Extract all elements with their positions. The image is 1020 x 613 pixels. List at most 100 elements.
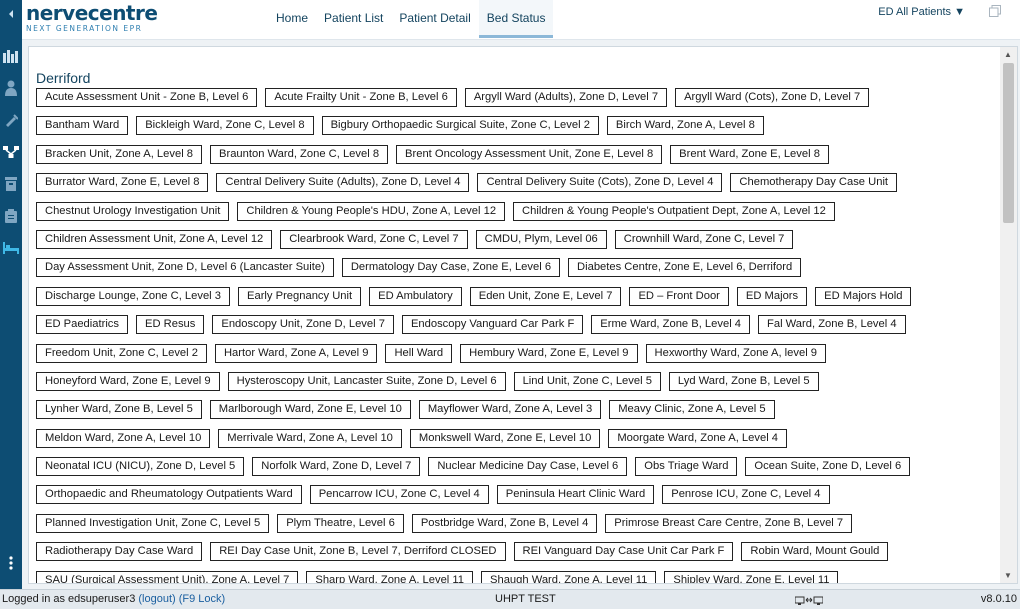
ward-button[interactable]: Bracken Unit, Zone A, Level 8 [36, 144, 203, 164]
ward-button[interactable]: Children Assessment Unit, Zone A, Level … [36, 229, 273, 249]
ward-button[interactable]: Eden Unit, Zone E, Level 7 [469, 286, 622, 306]
ward-button[interactable]: Sharp Ward, Zone A, Level 11 [306, 570, 474, 583]
ward-button[interactable]: Norfolk Ward, Zone D, Level 7 [252, 457, 421, 477]
nav-patient-detail[interactable]: Patient Detail [391, 0, 478, 38]
ward-button[interactable]: Hell Ward [385, 343, 453, 363]
ward-button[interactable]: Shaugh Ward, Zone A, Level 11 [481, 570, 657, 583]
ward-button[interactable]: Bigbury Orthopaedic Surgical Suite, Zone… [321, 116, 599, 136]
ward-button[interactable]: ED Majors [736, 286, 808, 306]
ward-button[interactable]: Endoscopy Vanguard Car Park F [401, 315, 584, 335]
ward-button[interactable]: Meavy Clinic, Zone A, Level 5 [609, 400, 775, 420]
scroll-down-icon[interactable]: ▼ [1004, 571, 1012, 580]
ward-button[interactable]: Lind Unit, Zone C, Level 5 [513, 371, 661, 391]
ward-button[interactable]: Obs Triage Ward [635, 457, 738, 477]
ward-button[interactable]: Meldon Ward, Zone A, Level 10 [36, 428, 211, 448]
ward-button[interactable]: Endoscopy Unit, Zone D, Level 7 [212, 315, 394, 335]
ward-button[interactable]: Merrivale Ward, Zone A, Level 10 [218, 428, 402, 448]
ward-button[interactable]: Braunton Ward, Zone C, Level 8 [210, 144, 389, 164]
ward-button[interactable]: Planned Investigation Unit, Zone C, Leve… [36, 513, 270, 533]
ward-button[interactable]: ED Resus [136, 315, 205, 335]
ward-button[interactable]: Acute Assessment Unit - Zone B, Level 6 [36, 88, 258, 107]
ward-button[interactable]: Day Assessment Unit, Zone D, Level 6 (La… [36, 258, 334, 278]
ward-button[interactable]: REI Day Case Unit, Zone B, Level 7, Derr… [210, 542, 506, 562]
ward-row: Freedom Unit, Zone C, Level 2 Hartor Ward… [36, 343, 996, 372]
ward-button[interactable]: Lyd Ward, Zone B, Level 5 [668, 371, 819, 391]
ward-button[interactable]: Shipley Ward, Zone E, Level 11 [664, 570, 839, 583]
ward-button[interactable]: Bantham Ward [36, 116, 129, 136]
ward-button[interactable]: Lynher Ward, Zone B, Level 5 [36, 400, 202, 420]
ward-button[interactable]: Marlborough Ward, Zone E, Level 10 [209, 400, 411, 420]
clipboard-icon[interactable] [3, 208, 19, 224]
scroll-thumb[interactable] [1003, 63, 1014, 223]
ward-button[interactable]: Hysteroscopy Unit, Lancaster Suite, Zone… [227, 371, 506, 391]
ward-button[interactable]: CMDU, Plym, Level 06 [475, 229, 607, 249]
ward-button[interactable]: ED Majors Hold [815, 286, 912, 306]
ward-button[interactable]: Hexworthy Ward, Zone A, level 9 [645, 343, 827, 363]
ward-button[interactable]: Hembury Ward, Zone E, Level 9 [460, 343, 638, 363]
bed-chart-icon[interactable] [3, 48, 19, 64]
ward-button[interactable]: Primrose Breast Care Centre, Zone B, Lev… [605, 513, 853, 533]
more-icon[interactable] [3, 555, 19, 571]
ward-button[interactable]: Diabetes Centre, Zone E, Level 6, Derrif… [568, 258, 802, 278]
ward-button[interactable]: Neonatal ICU (NICU), Zone D, Level 5 [36, 457, 245, 477]
ward-button[interactable]: Plym Theatre, Level 6 [277, 513, 404, 533]
ward-button[interactable]: Central Delivery Suite (Cots), Zone D, L… [477, 173, 723, 193]
ward-button[interactable]: Fal Ward, Zone B, Level 4 [758, 315, 906, 335]
ward-button[interactable]: Dermatology Day Case, Zone E, Level 6 [341, 258, 561, 278]
ward-button[interactable]: Penrose ICU, Zone C, Level 4 [662, 485, 830, 505]
ward-button[interactable]: Clearbrook Ward, Zone C, Level 7 [280, 229, 468, 249]
login-info: Logged in as edsuperuser3 (logout) (F9 L… [2, 590, 225, 609]
person-icon[interactable] [3, 80, 19, 96]
ward-button[interactable]: SAU (Surgical Assessment Unit), Zone A, … [36, 570, 299, 583]
ward-button[interactable]: Children & Young People's Outpatient Dep… [513, 201, 835, 221]
ward-button[interactable]: Bickleigh Ward, Zone C, Level 8 [136, 116, 314, 136]
ward-button[interactable]: Argyll Ward (Adults), Zone D, Level 7 [464, 88, 668, 107]
ward-button[interactable]: Moorgate Ward, Zone A, Level 4 [608, 428, 788, 448]
ward-button[interactable]: Mayflower Ward, Zone A, Level 3 [418, 400, 602, 420]
patients-dropdown[interactable]: ED All Patients ▼ [878, 6, 965, 18]
ward-button[interactable]: Robin Ward, Mount Gould [741, 542, 889, 562]
ward-button[interactable]: Central Delivery Suite (Adults), Zone D,… [216, 173, 470, 193]
nav-bed-status[interactable]: Bed Status [478, 0, 554, 38]
ward-button[interactable]: Children & Young People's HDU, Zone A, L… [237, 201, 506, 221]
ward-button[interactable]: ED Ambulatory [369, 286, 462, 306]
ward-button[interactable]: Argyll Ward (Cots), Zone D, Level 7 [675, 88, 870, 107]
ward-button[interactable]: Postbridge Ward, Zone B, Level 4 [411, 513, 598, 533]
ward-button[interactable]: Brent Oncology Assessment Unit, Zone E, … [396, 144, 663, 164]
ward-button[interactable]: ED Paediatrics [36, 315, 128, 335]
collapse-arrow-icon[interactable] [3, 6, 19, 22]
nav-home[interactable]: Home [268, 0, 316, 38]
ward-button[interactable]: Hartor Ward, Zone A, Level 9 [214, 343, 378, 363]
ward-button[interactable]: Peninsula Heart Clinic Ward [496, 485, 655, 505]
ward-button[interactable]: Monkswell Ward, Zone E, Level 10 [409, 428, 601, 448]
ward-button[interactable]: Chestnut Urology Investigation Unit [36, 201, 230, 221]
ward-button[interactable]: Freedom Unit, Zone C, Level 2 [36, 343, 207, 363]
ward-button[interactable]: Ocean Suite, Zone D, Level 6 [745, 457, 911, 477]
ward-button[interactable]: ED – Front Door [629, 286, 729, 306]
ward-button[interactable]: Chemotherapy Day Case Unit [730, 173, 898, 193]
lock-link[interactable]: (F9 Lock) [179, 593, 225, 605]
bed-icon[interactable] [3, 240, 19, 256]
ward-button[interactable]: Birch Ward, Zone A, Level 8 [606, 116, 764, 136]
vertical-scrollbar[interactable]: ▲ ▼ [1000, 47, 1017, 583]
nav-patient-list[interactable]: Patient List [316, 0, 391, 38]
popout-window-icon[interactable] [989, 5, 1001, 20]
ward-button[interactable]: Burrator Ward, Zone E, Level 8 [36, 173, 209, 193]
ward-button[interactable]: Orthopaedic and Rheumatology Outpatients… [36, 485, 302, 505]
ward-button[interactable]: Honeyford Ward, Zone E, Level 9 [36, 371, 220, 391]
ward-button[interactable]: Acute Frailty Unit - Zone B, Level 6 [265, 88, 457, 107]
network-icon[interactable] [3, 144, 19, 160]
logout-link[interactable]: (logout) [138, 593, 175, 605]
ward-button[interactable]: Early Pregnancy Unit [238, 286, 362, 306]
ward-button[interactable]: Nuclear Medicine Day Case, Level 6 [428, 457, 628, 477]
ward-button[interactable]: Discharge Lounge, Zone C, Level 3 [36, 286, 231, 306]
ward-button[interactable]: REI Vanguard Day Case Unit Car Park F [513, 542, 734, 562]
ward-button[interactable]: Radiotherapy Day Case Ward [36, 542, 203, 562]
ward-button[interactable]: Pencarrow ICU, Zone C, Level 4 [309, 485, 489, 505]
ward-button[interactable]: Brent Ward, Zone E, Level 8 [670, 144, 829, 164]
scroll-up-icon[interactable]: ▲ [1004, 50, 1012, 59]
archive-icon[interactable] [3, 176, 19, 192]
ward-button[interactable]: Erme Ward, Zone B, Level 4 [591, 315, 751, 335]
syringe-icon[interactable] [3, 112, 19, 128]
ward-button[interactable]: Crownhill Ward, Zone C, Level 7 [614, 229, 794, 249]
